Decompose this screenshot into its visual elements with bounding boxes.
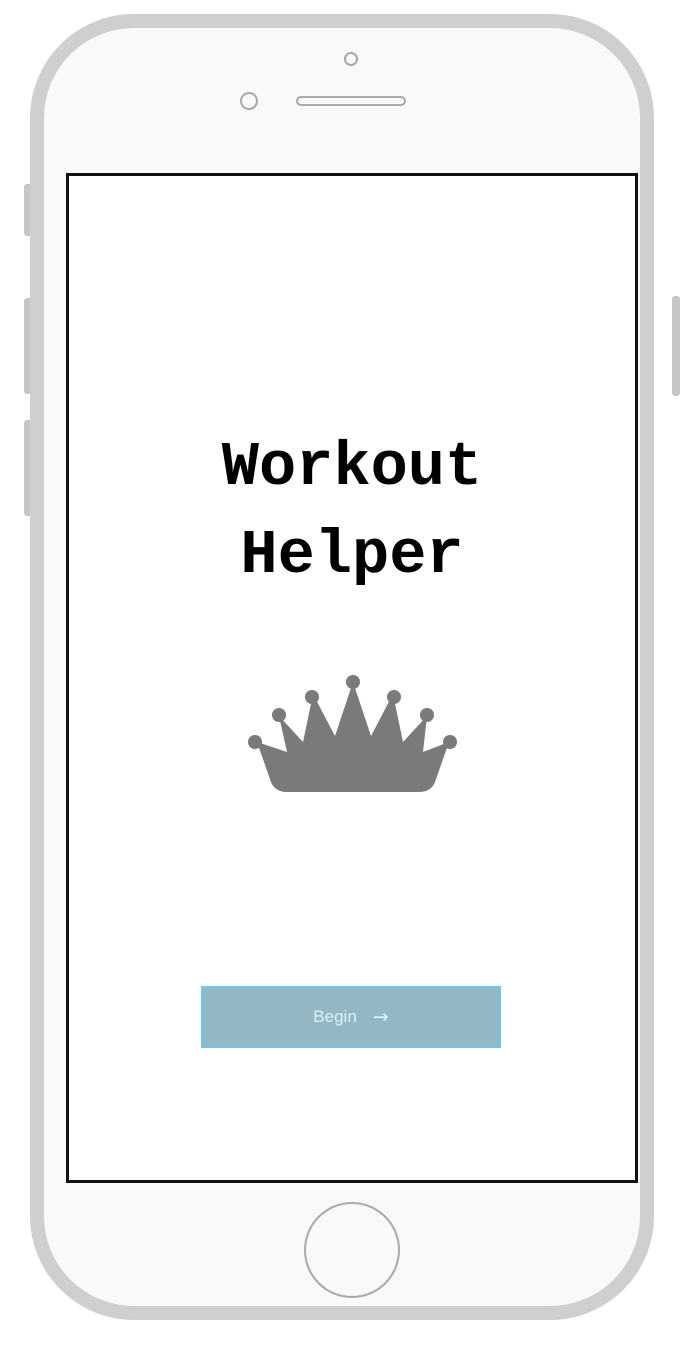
proximity-sensor (344, 52, 358, 66)
crown-icon (248, 675, 457, 792)
begin-button[interactable]: Begin → (201, 986, 501, 1048)
arrow-right-icon: → (372, 1005, 389, 1028)
begin-button-label: Begin (313, 1007, 357, 1026)
app-title: Workout Helper (69, 424, 635, 600)
app-title-line-1: Workout (221, 432, 483, 503)
home-button[interactable] (304, 1202, 400, 1298)
front-camera (240, 92, 258, 110)
app-title-line-2: Helper (240, 520, 464, 591)
earpiece-speaker (296, 96, 406, 106)
app-screen: Workout Helper Begin → (66, 173, 638, 1183)
power-button[interactable] (672, 296, 680, 396)
